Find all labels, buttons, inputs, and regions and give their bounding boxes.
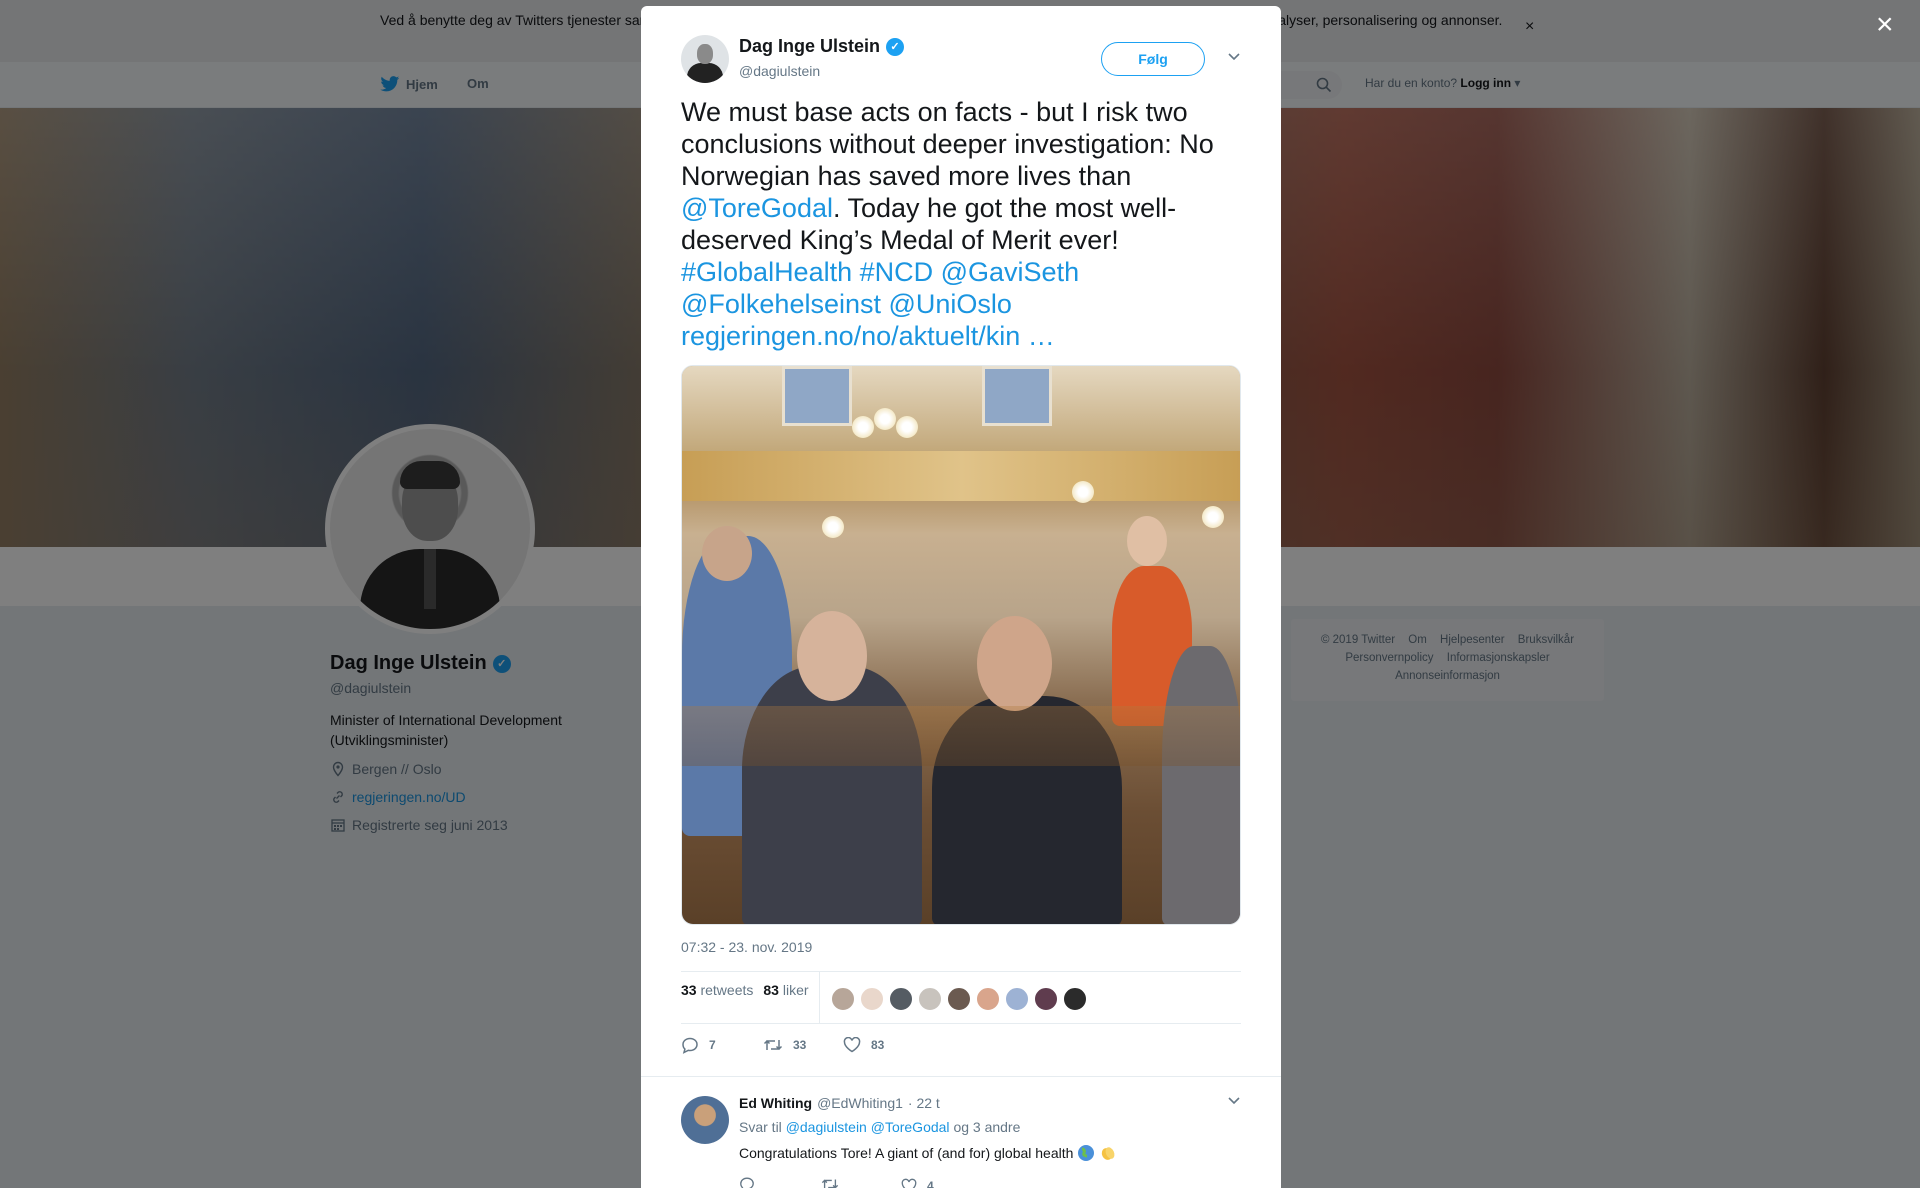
like-count: 83 — [871, 1038, 885, 1052]
avatar[interactable] — [918, 987, 942, 1011]
tweet-text: We must base acts on facts - but I risk … — [681, 96, 1251, 352]
heart-icon — [843, 1037, 861, 1053]
reply-reply-button[interactable] — [739, 1176, 821, 1188]
tweet-text-part1: We must base acts on facts - but I risk … — [681, 97, 1214, 191]
reply-to-more[interactable]: og 3 andre — [953, 1119, 1020, 1135]
follow-button[interactable]: Følg — [1101, 42, 1205, 76]
verified-badge-icon: ✓ — [886, 37, 905, 56]
tweet-author-name[interactable]: Dag Inge Ulstein ✓ — [739, 36, 905, 57]
avatar[interactable] — [1005, 987, 1029, 1011]
reply-icon — [682, 1037, 698, 1054]
likes-stat[interactable]: 83 liker — [763, 982, 808, 998]
retweet-count: 33 — [793, 1038, 807, 1052]
hashtags-line-2[interactable]: @Folkehelseinst @UniOslo — [681, 289, 1012, 319]
reply-count: 7 — [709, 1038, 716, 1052]
avatar[interactable] — [976, 987, 1000, 1011]
tweet-stats: 33 retweets 83 liker — [681, 982, 809, 998]
avatar[interactable] — [860, 987, 884, 1011]
reply-header: Ed Whiting @EdWhiting1 · 22 t — [739, 1095, 940, 1111]
avatar[interactable] — [889, 987, 913, 1011]
clapping-hands-emoji-icon — [1102, 1147, 1115, 1160]
chevron-down-icon[interactable] — [1227, 52, 1241, 62]
tweet-timestamp[interactable]: 07:32 - 23. nov. 2019 — [681, 939, 812, 955]
tweet-photo[interactable] — [681, 365, 1241, 925]
avatar[interactable] — [1063, 987, 1087, 1011]
retweets-label: retweets — [700, 982, 754, 998]
tweet-actions: 7 33 83 — [681, 1036, 884, 1054]
tweet-url-link[interactable]: regjeringen.no/no/aktuelt/kin … — [681, 321, 1055, 351]
retweet-button[interactable]: 33 — [763, 1037, 843, 1053]
close-icon[interactable]: × — [1876, 10, 1894, 40]
heart-icon — [901, 1178, 917, 1188]
reply-actions: 4 — [739, 1176, 934, 1188]
retweets-count: 33 — [681, 982, 697, 998]
reply-to-mention[interactable]: @ToreGodal — [871, 1119, 950, 1135]
reply-like-button[interactable]: 4 — [901, 1178, 934, 1188]
liker-avatars — [831, 987, 1087, 1011]
chevron-down-icon[interactable] — [1227, 1096, 1241, 1106]
reply-retweet-button[interactable] — [821, 1176, 901, 1188]
tweet-modal: Dag Inge Ulstein ✓ @dagiulstein Følg We … — [641, 6, 1281, 1188]
reply-author-name[interactable]: Ed Whiting — [739, 1095, 812, 1111]
avatar[interactable] — [947, 987, 971, 1011]
likes-label: liker — [782, 982, 809, 998]
reply-to-line: Svar til @dagiulstein @ToreGodal og 3 an… — [739, 1119, 1020, 1135]
retweet-icon — [763, 1039, 783, 1051]
hashtags-line-1[interactable]: #GlobalHealth #NCD @GaviSeth — [681, 257, 1079, 287]
retweets-stat[interactable]: 33 retweets — [681, 982, 753, 998]
globe-emoji-icon — [1078, 1145, 1095, 1161]
reply-icon — [740, 1177, 754, 1188]
divider — [681, 1023, 1241, 1024]
reply-text: Congratulations Tore! A giant of (and fo… — [739, 1144, 1117, 1162]
reply-like-count: 4 — [927, 1178, 934, 1188]
reply-text-body: Congratulations Tore! A giant of (and fo… — [739, 1145, 1074, 1161]
divider — [641, 1076, 1281, 1077]
reply-author-avatar[interactable] — [681, 1096, 729, 1144]
avatar[interactable] — [1034, 987, 1058, 1011]
reply-button[interactable]: 7 — [681, 1036, 763, 1054]
tweet-author-avatar[interactable] — [681, 35, 729, 83]
tweet-author-name-text: Dag Inge Ulstein — [739, 36, 881, 56]
tweet-author-handle[interactable]: @dagiulstein — [739, 63, 820, 79]
reply-to-label: Svar til — [739, 1119, 782, 1135]
mention-link[interactable]: @ToreGodal — [681, 193, 833, 223]
reply-time[interactable]: · 22 t — [908, 1095, 940, 1111]
reply-author-handle[interactable]: @EdWhiting1 — [817, 1095, 903, 1111]
likes-count: 83 — [763, 982, 779, 998]
divider — [819, 972, 820, 1023]
reply-to-mention[interactable]: @dagiulstein — [786, 1119, 867, 1135]
retweet-icon — [821, 1179, 839, 1188]
divider — [681, 971, 1241, 972]
like-button[interactable]: 83 — [843, 1037, 884, 1053]
avatar[interactable] — [831, 987, 855, 1011]
